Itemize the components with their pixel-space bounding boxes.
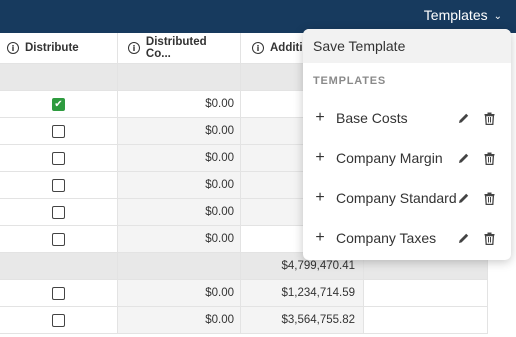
extra-cell [364,280,488,307]
distributed-cost-cell [118,64,241,91]
chevron-down-icon: ⌄ [493,10,502,22]
additional-cell: $3,564,755.82 [241,307,364,334]
distribute-checkbox[interactable] [52,124,65,138]
distribute-checkbox[interactable] [52,205,65,219]
template-item[interactable]: + Company Standard [303,181,511,215]
templates-menu-button[interactable]: Templates ⌄ [424,7,502,23]
extra-cell [364,307,488,334]
distribute-checkbox[interactable] [52,313,65,327]
pencil-icon[interactable] [458,151,470,165]
table-row: $0.00 $1,234,714.59 [0,280,516,307]
distribute-cell [0,280,118,307]
table-row: $0.00 $3,564,755.82 [0,307,516,334]
template-item[interactable]: + Base Costs [303,101,511,135]
distribute-checkbox[interactable]: ✔ [52,97,65,111]
pencil-icon[interactable] [458,191,470,205]
distributed-cost-cell: $0.00 [118,280,241,307]
distributed-cost-cell [118,253,241,280]
distribute-cell [0,172,118,199]
plus-icon: + [315,229,325,246]
trash-icon[interactable] [483,231,495,245]
templates-dropdown: Save Template TEMPLATES + Base Costs + Comp… [303,29,511,260]
info-icon[interactable]: i [128,42,140,54]
distributed-cost-cell: $0.00 [118,145,241,172]
pencil-icon[interactable] [458,231,470,245]
distributed-cost-cell: $0.00 [118,199,241,226]
distribute-checkbox[interactable] [52,178,65,192]
distribute-cell: ✔ [0,91,118,118]
trash-icon[interactable] [483,111,495,125]
distribute-cell [0,199,118,226]
column-header-distribute[interactable]: i Distribute [0,33,118,64]
template-item[interactable]: + Company Taxes [303,221,511,255]
plus-icon: + [315,149,325,166]
distributed-cost-cell: $0.00 [118,118,241,145]
plus-icon: + [315,109,325,126]
pencil-icon[interactable] [458,111,470,125]
distribute-cell [0,145,118,172]
column-header-label: Additi [270,42,303,54]
template-item-label: Base Costs [336,110,408,126]
distributed-cost-cell: $0.00 [118,307,241,334]
distribute-cell [0,253,118,280]
template-item-label: Company Standard [336,190,457,206]
template-item[interactable]: + Company Margin [303,141,511,175]
distributed-cost-cell: $0.00 [118,172,241,199]
distribute-cell [0,118,118,145]
distribute-cell [0,307,118,334]
distribute-checkbox[interactable] [52,151,65,165]
distribute-cell [0,64,118,91]
templates-section-heading: TEMPLATES [313,75,386,87]
column-header-label: Distributed Co... [145,36,207,60]
column-header-distributed-cost[interactable]: i Distributed Co... [118,33,241,64]
save-template-item[interactable]: Save Template [303,29,511,63]
additional-cell: $1,234,714.59 [241,280,364,307]
column-header-label: Distribute [25,42,79,54]
distributed-cost-cell: $0.00 [118,226,241,253]
template-item-label: Company Margin [336,150,443,166]
distribute-checkbox[interactable] [52,232,65,246]
template-item-label: Company Taxes [336,230,437,246]
trash-icon[interactable] [483,151,495,165]
trash-icon[interactable] [483,191,495,205]
templates-label: Templates [423,7,488,23]
distribute-checkbox[interactable] [52,286,65,300]
plus-icon: + [315,189,325,206]
info-icon[interactable]: i [7,42,19,54]
distribute-cell [0,226,118,253]
distributed-cost-cell: $0.00 [118,91,241,118]
info-icon[interactable]: i [252,42,264,54]
